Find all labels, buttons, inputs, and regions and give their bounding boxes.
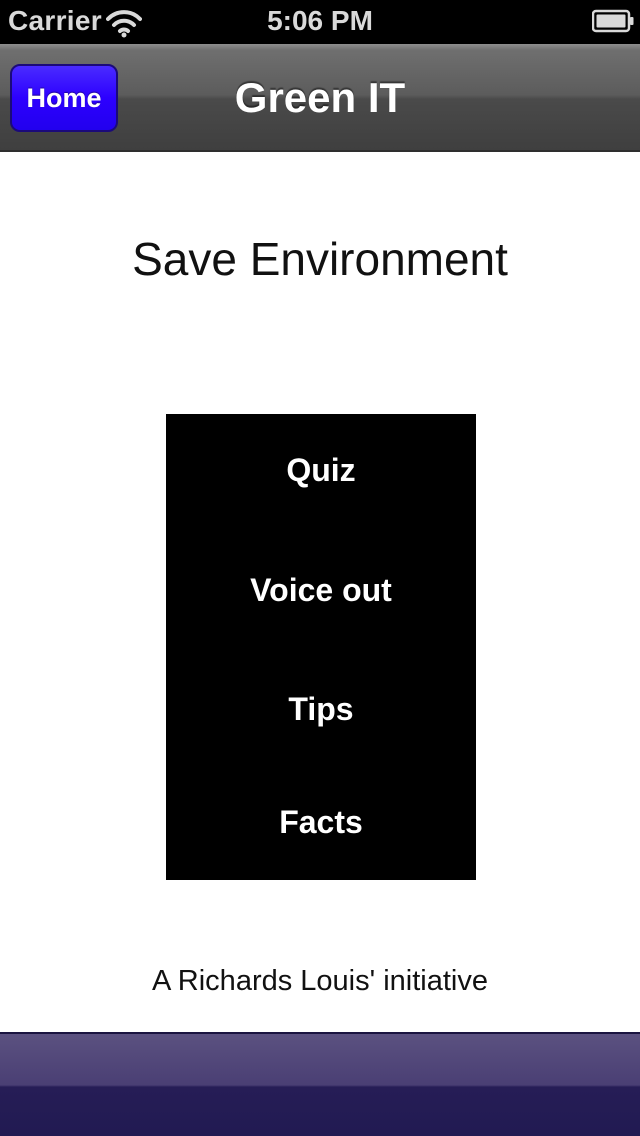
bottom-toolbar: [0, 1032, 640, 1136]
status-bar: Carrier 5:06 PM: [0, 0, 640, 44]
battery-icon: [592, 9, 634, 33]
menu-panel: Quiz Voice out Tips Facts: [166, 414, 476, 880]
navigation-bar: Home Green IT: [0, 44, 640, 152]
status-time: 5:06 PM: [267, 5, 373, 36]
credit-text: A Richards Louis' initiative: [152, 965, 488, 997]
main-heading: Save Environment: [132, 233, 508, 285]
tips-button[interactable]: Tips: [166, 691, 476, 728]
facts-button[interactable]: Facts: [166, 804, 476, 841]
home-button[interactable]: Home: [10, 64, 118, 132]
voice-out-button[interactable]: Voice out: [166, 572, 476, 609]
app-screen: Carrier 5:06 PM Home Green IT Save Envir…: [0, 0, 640, 1136]
quiz-button[interactable]: Quiz: [166, 452, 476, 489]
